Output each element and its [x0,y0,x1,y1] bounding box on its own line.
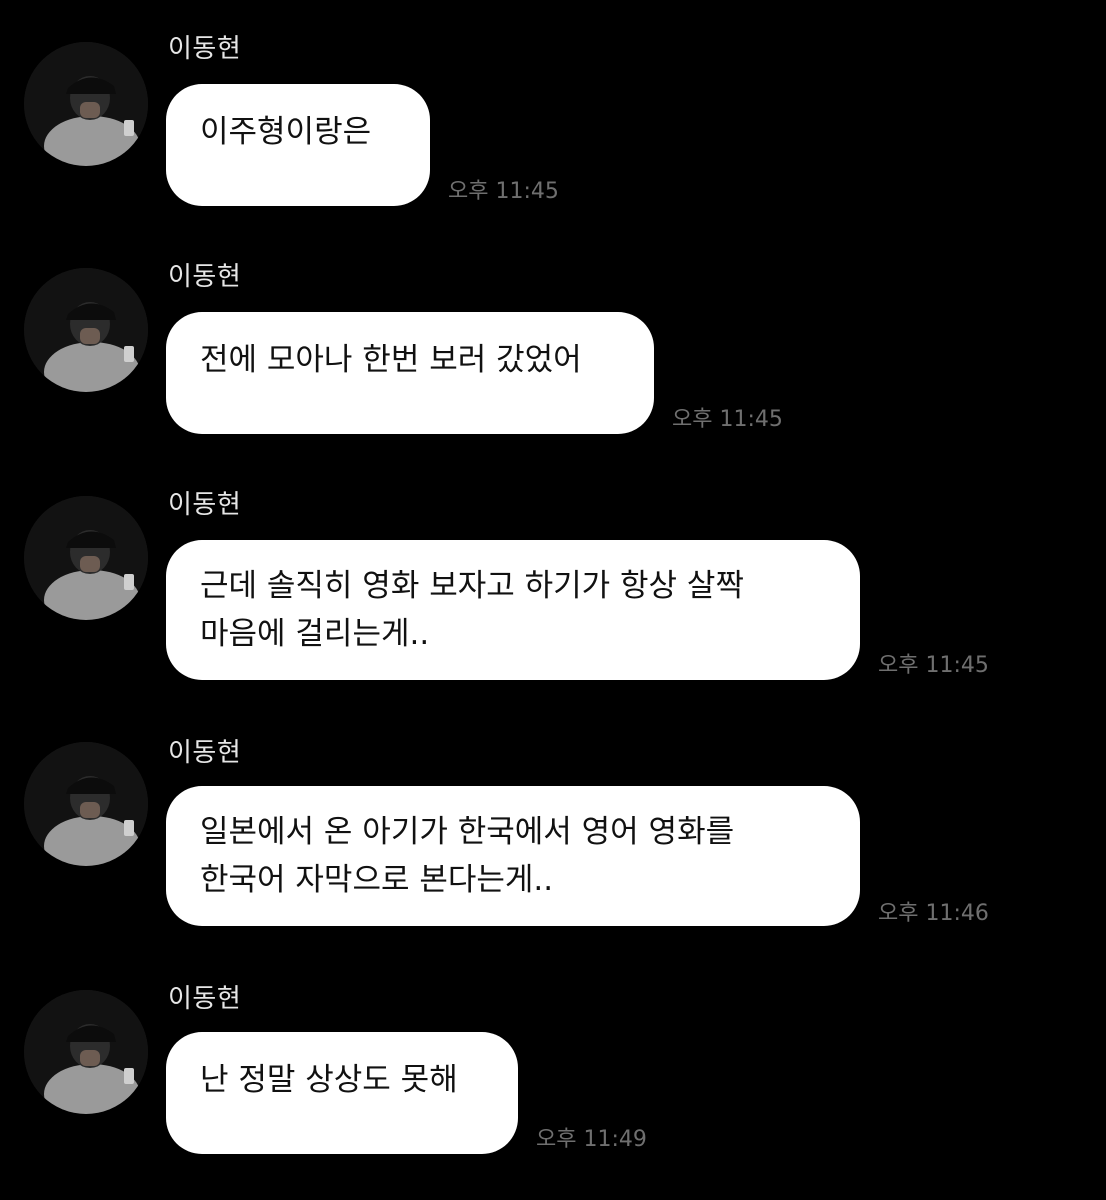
avatar[interactable] [24,268,148,392]
sender-name: 이동현 [168,738,242,768]
message-bubble[interactable]: 일본에서 온 아기가 한국에서 영어 영화를 한국어 자막으로 본다는게.. [166,786,860,926]
sender-name: 이동현 [168,34,242,64]
avatar-photo-icon [24,42,148,166]
avatar[interactable] [24,42,148,166]
message-timestamp: 오후 11:46 [878,901,989,926]
message-timestamp: 오후 11:45 [672,407,783,432]
avatar[interactable] [24,496,148,620]
chat-window: 이동현 이주형이랑은 오후 11:45 이동현 전에 모아나 한번 보러 갔었어… [0,0,1106,1200]
message-bubble[interactable]: 근데 솔직히 영화 보자고 하기가 항상 살짝 마음에 걸리는게.. [166,540,860,680]
avatar-photo-icon [24,990,148,1114]
sender-name: 이동현 [168,490,242,520]
message-timestamp: 오후 11:49 [536,1127,647,1152]
message-timestamp: 오후 11:45 [448,179,559,204]
avatar-photo-icon [24,268,148,392]
avatar[interactable] [24,990,148,1114]
message-bubble[interactable]: 전에 모아나 한번 보러 갔었어 [166,312,654,434]
message-timestamp: 오후 11:45 [878,653,989,678]
avatar[interactable] [24,742,148,866]
avatar-photo-icon [24,496,148,620]
sender-name: 이동현 [168,984,242,1014]
avatar-photo-icon [24,742,148,866]
message-bubble[interactable]: 난 정말 상상도 못해 [166,1032,518,1154]
sender-name: 이동현 [168,262,242,292]
message-bubble[interactable]: 이주형이랑은 [166,84,430,206]
